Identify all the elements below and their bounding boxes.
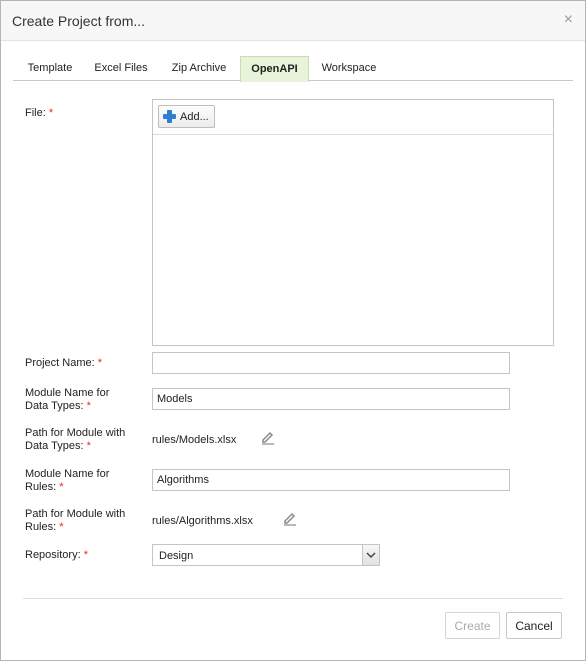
footer-divider xyxy=(23,598,563,599)
repository-select[interactable]: Design xyxy=(152,544,380,566)
project-name-input[interactable] xyxy=(152,352,510,374)
path-data-types-label: Path for Module with Data Types: * xyxy=(25,427,126,452)
required-marker: * xyxy=(86,440,91,452)
path-data-types-value: rules/Models.xlsx xyxy=(152,434,237,446)
tab-template[interactable]: Template xyxy=(19,56,81,81)
dialog-titlebar: Create Project from... × xyxy=(1,1,585,41)
tab-bar: Template Excel Files Zip Archive OpenAPI… xyxy=(13,56,573,82)
module-rules-label: Module Name for Rules: * xyxy=(25,468,110,493)
cancel-button[interactable]: Cancel xyxy=(506,612,562,639)
create-button[interactable]: Create xyxy=(445,612,500,639)
module-rules-input[interactable] xyxy=(152,469,510,491)
file-upload-toolbar: Add... xyxy=(153,100,553,135)
required-marker: * xyxy=(97,357,103,369)
required-marker: * xyxy=(48,107,54,119)
tab-workspace[interactable]: Workspace xyxy=(313,56,385,81)
file-label: File: * xyxy=(25,107,54,119)
project-name-label: Project Name: * xyxy=(25,357,103,369)
required-marker: * xyxy=(59,521,64,533)
tab-excel-files[interactable]: Excel Files xyxy=(88,56,154,81)
repository-label: Repository: * xyxy=(25,549,88,561)
path-rules-value: rules/Algorithms.xlsx xyxy=(152,515,253,527)
create-project-dialog: Create Project from... × Template Excel … xyxy=(0,0,586,661)
add-file-button[interactable]: Add... xyxy=(158,105,215,128)
edit-path-rules-pencil-icon[interactable] xyxy=(282,510,298,526)
required-marker: * xyxy=(83,549,88,561)
module-data-types-label: Module Name for Data Types: * xyxy=(25,387,110,412)
add-file-button-label: Add... xyxy=(180,111,209,123)
tab-zip-archive[interactable]: Zip Archive xyxy=(163,56,235,81)
repository-select-value: Design xyxy=(159,550,194,562)
plus-icon xyxy=(163,110,176,123)
required-marker: * xyxy=(86,400,91,412)
tab-openapi[interactable]: OpenAPI xyxy=(240,56,309,82)
edit-path-data-types-pencil-icon[interactable] xyxy=(260,429,276,445)
path-rules-label: Path for Module with Rules: * xyxy=(25,508,126,533)
module-data-types-input[interactable] xyxy=(152,388,510,410)
chevron-down-icon[interactable] xyxy=(362,545,379,565)
dialog-title: Create Project from... xyxy=(12,13,146,29)
file-upload-area[interactable]: Add... xyxy=(152,99,554,346)
close-icon[interactable]: × xyxy=(564,11,573,29)
required-marker: * xyxy=(59,481,64,493)
